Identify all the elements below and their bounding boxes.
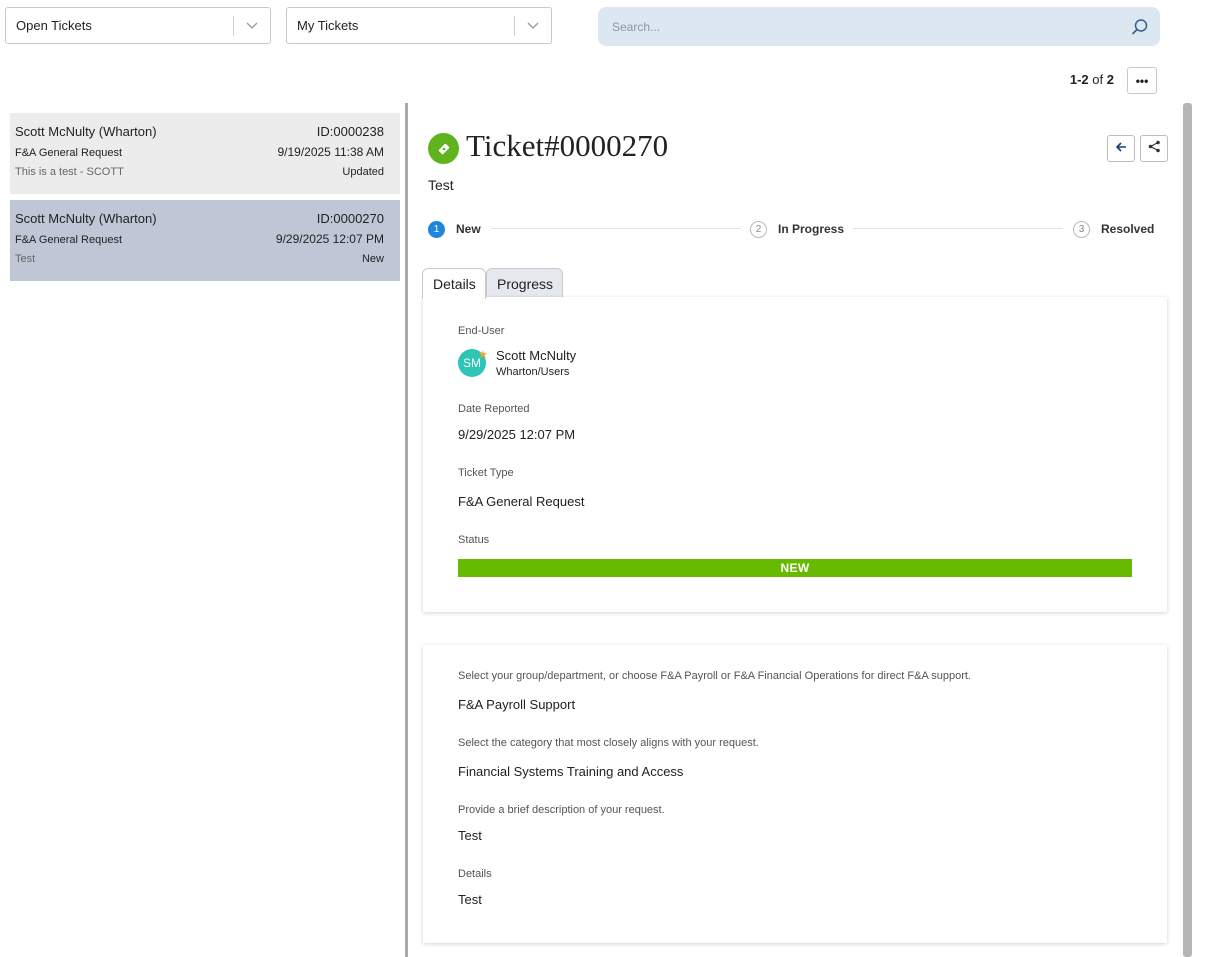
chevron-down-icon[interactable] [234,22,270,30]
ticket-type-label: Ticket Type [458,467,514,479]
ticket-requester: Scott McNulty (Wharton) [15,211,157,226]
view-filter-select[interactable]: My Tickets [286,7,552,44]
description-question-label: Provide a brief description of your requ… [458,804,665,816]
ticket-type-value: F&A General Request [458,494,585,509]
category-question-label: Select the category that most closely al… [458,737,759,749]
status-label: Status [458,534,490,546]
detail-scrollbar[interactable] [1183,103,1192,957]
step-1-label: New [456,222,481,236]
ticket-description: Test [15,253,36,265]
step-1-indicator: 1 [428,221,445,238]
share-icon [1148,140,1161,158]
ticket-id: ID:0000238 [316,124,384,139]
ticket-date: 9/19/2025 11:38 AM [277,145,384,159]
group-question-value: F&A Payroll Support [458,697,576,712]
more-options-button[interactable]: ••• [1127,67,1157,94]
queue-filter-select[interactable]: Open Tickets [5,7,271,44]
ticket-id: ID:0000270 [316,211,384,226]
ticket-type: F&A General Request [15,147,123,159]
date-reported-value: 9/29/2025 12:07 PM [458,427,576,442]
ticket-icon [428,133,459,164]
ticket-list-item[interactable]: Scott McNulty (Wharton) ID:0000238 F&A G… [10,113,400,194]
step-2-label: In Progress [778,222,845,236]
end-user-label: End-User [458,325,505,337]
details-question-value: Test [458,892,482,907]
queue-filter-label: Open Tickets [16,18,92,33]
end-user-group: Wharton/Users [496,366,570,378]
ticket-subject: Test [428,177,454,193]
star-icon: ★ [478,349,488,361]
tab-details[interactable]: Details [422,268,486,299]
status-badge: NEW [458,559,1132,577]
description-question-value: Test [458,828,482,843]
ticket-list: Scott McNulty (Wharton) ID:0000238 F&A G… [10,113,400,287]
search-icon[interactable] [1120,18,1160,36]
ticket-type: F&A General Request [15,234,123,246]
ticket-date: 9/29/2025 12:07 PM [275,232,384,246]
page-range: 1-2 [1069,72,1089,87]
pagination-info: 1-2 of 2 [1070,72,1114,87]
share-button[interactable] [1140,135,1168,162]
search-input[interactable] [598,18,1120,35]
details-question-label: Details [458,868,492,880]
end-user-name[interactable]: Scott McNulty [496,348,576,363]
ellipsis-icon: ••• [1135,73,1149,88]
step-connector [853,228,1063,229]
category-question-value: Financial Systems Training and Access [458,764,684,779]
ticket-title: Ticket#0000270 [466,128,669,163]
step-connector [491,228,741,229]
arrow-left-icon [1115,140,1127,158]
details-panel: End-User SM ★ Scott McNulty Wharton/User… [423,297,1167,612]
step-2-indicator: 2 [750,221,767,238]
step-3-indicator: 3 [1073,221,1090,238]
ticket-description: This is a test - SCOTT [15,166,124,178]
search-bar[interactable] [598,7,1160,46]
request-details-panel: Select your group/department, or choose … [423,645,1167,943]
pane-resize-handle[interactable] [405,103,408,957]
ticket-status: New [361,253,384,265]
ticket-list-item-selected[interactable]: Scott McNulty (Wharton) ID:0000270 F&A G… [10,200,400,281]
tab-progress[interactable]: Progress [486,268,563,298]
back-button[interactable] [1107,135,1135,162]
step-3-label: Resolved [1101,222,1155,236]
page-of: of [1092,72,1104,87]
ticket-requester: Scott McNulty (Wharton) [15,124,157,139]
page-total: 2 [1106,72,1114,87]
chevron-down-icon[interactable] [515,22,551,30]
group-question-label: Select your group/department, or choose … [458,670,971,682]
date-reported-label: Date Reported [458,403,530,415]
view-filter-label: My Tickets [297,18,359,33]
ticket-status: Updated [342,166,384,178]
